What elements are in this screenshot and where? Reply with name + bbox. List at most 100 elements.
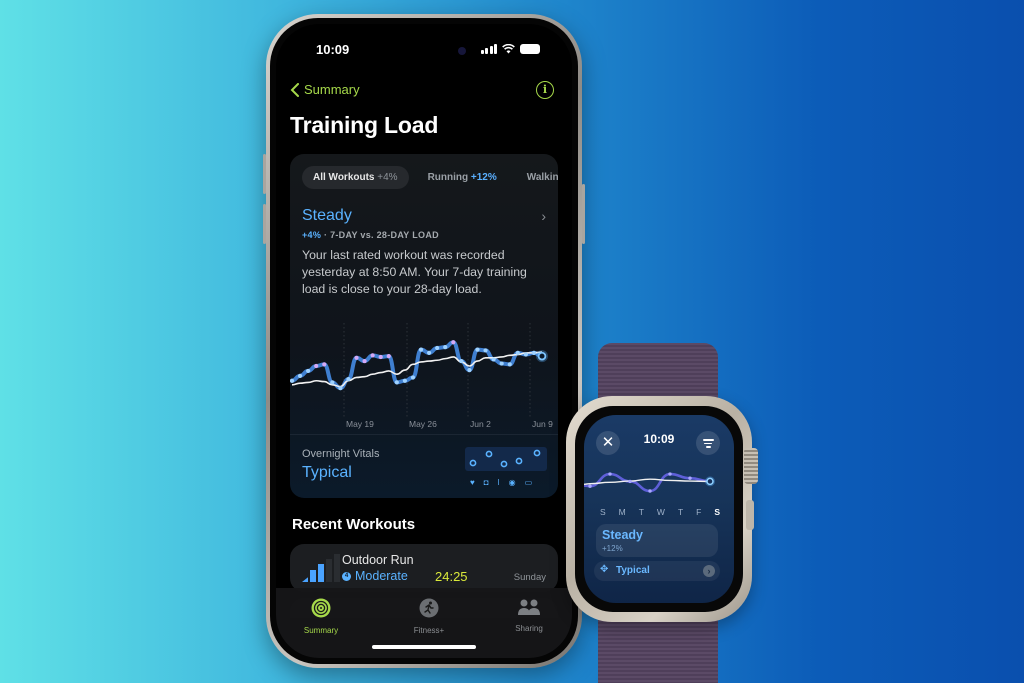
watch-data-point xyxy=(688,476,692,480)
workout-type-tabs: All Workouts +4% Running +12% Walkin xyxy=(302,166,558,189)
chevron-right-icon[interactable]: › xyxy=(703,565,715,577)
lungs-icon: ◘ xyxy=(483,478,489,487)
watch-data-point xyxy=(648,489,652,493)
data-point xyxy=(418,347,424,352)
data-point xyxy=(435,345,440,351)
watch-load-change: +12% xyxy=(602,544,623,553)
tab-running[interactable]: Running +12% xyxy=(417,166,508,189)
overnight-vitals-section[interactable]: Overnight Vitals Typical ♥ ◘ ǀ ◉ ▭ xyxy=(290,434,558,498)
battery-icon xyxy=(520,44,540,54)
tab-all-workouts[interactable]: All Workouts +4% xyxy=(302,166,409,189)
people-icon xyxy=(518,599,540,615)
data-point xyxy=(426,350,432,355)
current-point[interactable] xyxy=(537,351,547,361)
vitals-label: Overnight Vitals xyxy=(302,448,380,460)
data-point xyxy=(386,354,391,359)
watch-current-point xyxy=(706,477,714,486)
watch-data-point xyxy=(668,472,672,476)
tabbar-summary-label: Summary xyxy=(303,626,339,635)
x-tick-label: Jun 9 xyxy=(532,419,553,429)
blood-oxygen-icon: ◉ xyxy=(508,478,516,487)
filter-menu-icon[interactable] xyxy=(696,431,720,455)
thermometer-icon: ǀ xyxy=(497,478,500,487)
watch-band-bottom xyxy=(598,612,718,683)
tabbar-fitness-plus[interactable]: Fitness+ xyxy=(394,598,464,635)
data-point xyxy=(354,355,359,360)
data-point xyxy=(515,350,520,355)
bed-icon: ▭ xyxy=(524,478,533,487)
wifi-icon xyxy=(502,44,515,54)
data-point xyxy=(451,340,456,345)
watch-data-point xyxy=(608,472,612,476)
watch-load-card[interactable]: Steady +12% xyxy=(596,524,718,557)
data-point xyxy=(531,350,537,355)
data-point xyxy=(297,373,303,378)
tabbar-sharing-label: Sharing xyxy=(515,624,543,633)
data-point xyxy=(499,361,504,366)
load-change: +4% xyxy=(302,230,322,240)
watch-vitals-row[interactable]: ✥ Typical › xyxy=(594,561,720,581)
phone-side-button xyxy=(582,184,585,244)
day-label: S xyxy=(714,507,720,517)
day-label: T xyxy=(677,507,684,517)
day-label: W xyxy=(656,507,665,517)
info-icon[interactable]: i xyxy=(536,81,554,99)
digital-crown[interactable] xyxy=(744,448,758,484)
workout-row[interactable]: Outdoor Run 4 Moderate 24:25 Sunday xyxy=(290,544,558,592)
back-label: Summary xyxy=(304,82,360,97)
tabbar-sharing[interactable]: Sharing xyxy=(494,598,564,633)
x-tick-label: Jun 2 xyxy=(470,419,491,429)
day-label: S xyxy=(600,507,606,517)
phone-bezel: 10:09 Summary i Training Load All Workou… xyxy=(270,18,578,664)
workout-effort: 4 Moderate xyxy=(342,569,408,583)
data-point xyxy=(459,358,464,364)
phone-side-button xyxy=(263,154,266,194)
data-point xyxy=(410,375,416,380)
chevron-right-icon[interactable]: › xyxy=(541,208,546,224)
dynamic-island xyxy=(396,38,486,64)
page-title: Training Load xyxy=(290,112,439,138)
data-point xyxy=(475,347,480,352)
data-point xyxy=(523,352,528,357)
watch-screen: ✕ 10:09 SMTWTFS Steady +12% ✥ Typical › xyxy=(584,415,734,603)
workout-day: Sunday xyxy=(513,572,546,583)
effort-badge-icon: 4 xyxy=(342,571,351,581)
tabbar-fitness-label: Fitness+ xyxy=(413,626,445,635)
recent-workouts-title: Recent Workouts xyxy=(292,516,416,533)
home-indicator[interactable] xyxy=(372,645,476,649)
camera-icon xyxy=(458,47,466,55)
data-point xyxy=(314,363,319,369)
data-point xyxy=(378,354,383,360)
workout-name: Outdoor Run xyxy=(342,553,414,567)
load-comparison: +4% · 7-DAY vs. 28-DAY LOAD xyxy=(302,230,439,240)
status-bar: 10:09 xyxy=(276,38,572,64)
training-load-card: All Workouts +4% Running +12% Walkin Ste… xyxy=(290,154,558,498)
back-button[interactable]: Summary xyxy=(290,82,360,97)
watch-day-labels: SMTWTFS xyxy=(600,507,720,517)
heart-icon: ♥ xyxy=(470,478,475,487)
vitals-metric-icons: ♥ ◘ ǀ ◉ ▭ xyxy=(470,478,532,487)
series-7-day-line xyxy=(290,340,544,391)
data-point xyxy=(394,380,399,385)
vitals-icon: ✥ xyxy=(600,564,609,575)
watch-side-button[interactable] xyxy=(746,500,754,530)
status-time: 10:09 xyxy=(316,42,350,57)
data-point xyxy=(370,353,375,358)
iphone: 10:09 Summary i Training Load All Workou… xyxy=(263,14,585,668)
data-point xyxy=(346,377,351,382)
load-comparison-label: · 7-DAY vs. 28-DAY LOAD xyxy=(323,230,439,240)
watch-load-state: Steady xyxy=(602,528,643,542)
tab-walking[interactable]: Walkin xyxy=(516,166,558,189)
load-state[interactable]: Steady xyxy=(302,207,352,225)
day-label: F xyxy=(696,507,702,517)
load-description: Your last rated workout was recorded yes… xyxy=(302,248,527,296)
phone-screen: 10:09 Summary i Training Load All Workou… xyxy=(276,24,572,658)
watch-data-point xyxy=(588,484,592,488)
data-point xyxy=(290,378,295,383)
running-figure-icon xyxy=(419,598,439,618)
data-point xyxy=(443,345,448,350)
effort-bars-icon xyxy=(302,554,340,582)
watch-data-point xyxy=(628,479,632,484)
tabbar-summary[interactable]: Summary xyxy=(286,598,356,635)
status-icons xyxy=(480,44,540,54)
